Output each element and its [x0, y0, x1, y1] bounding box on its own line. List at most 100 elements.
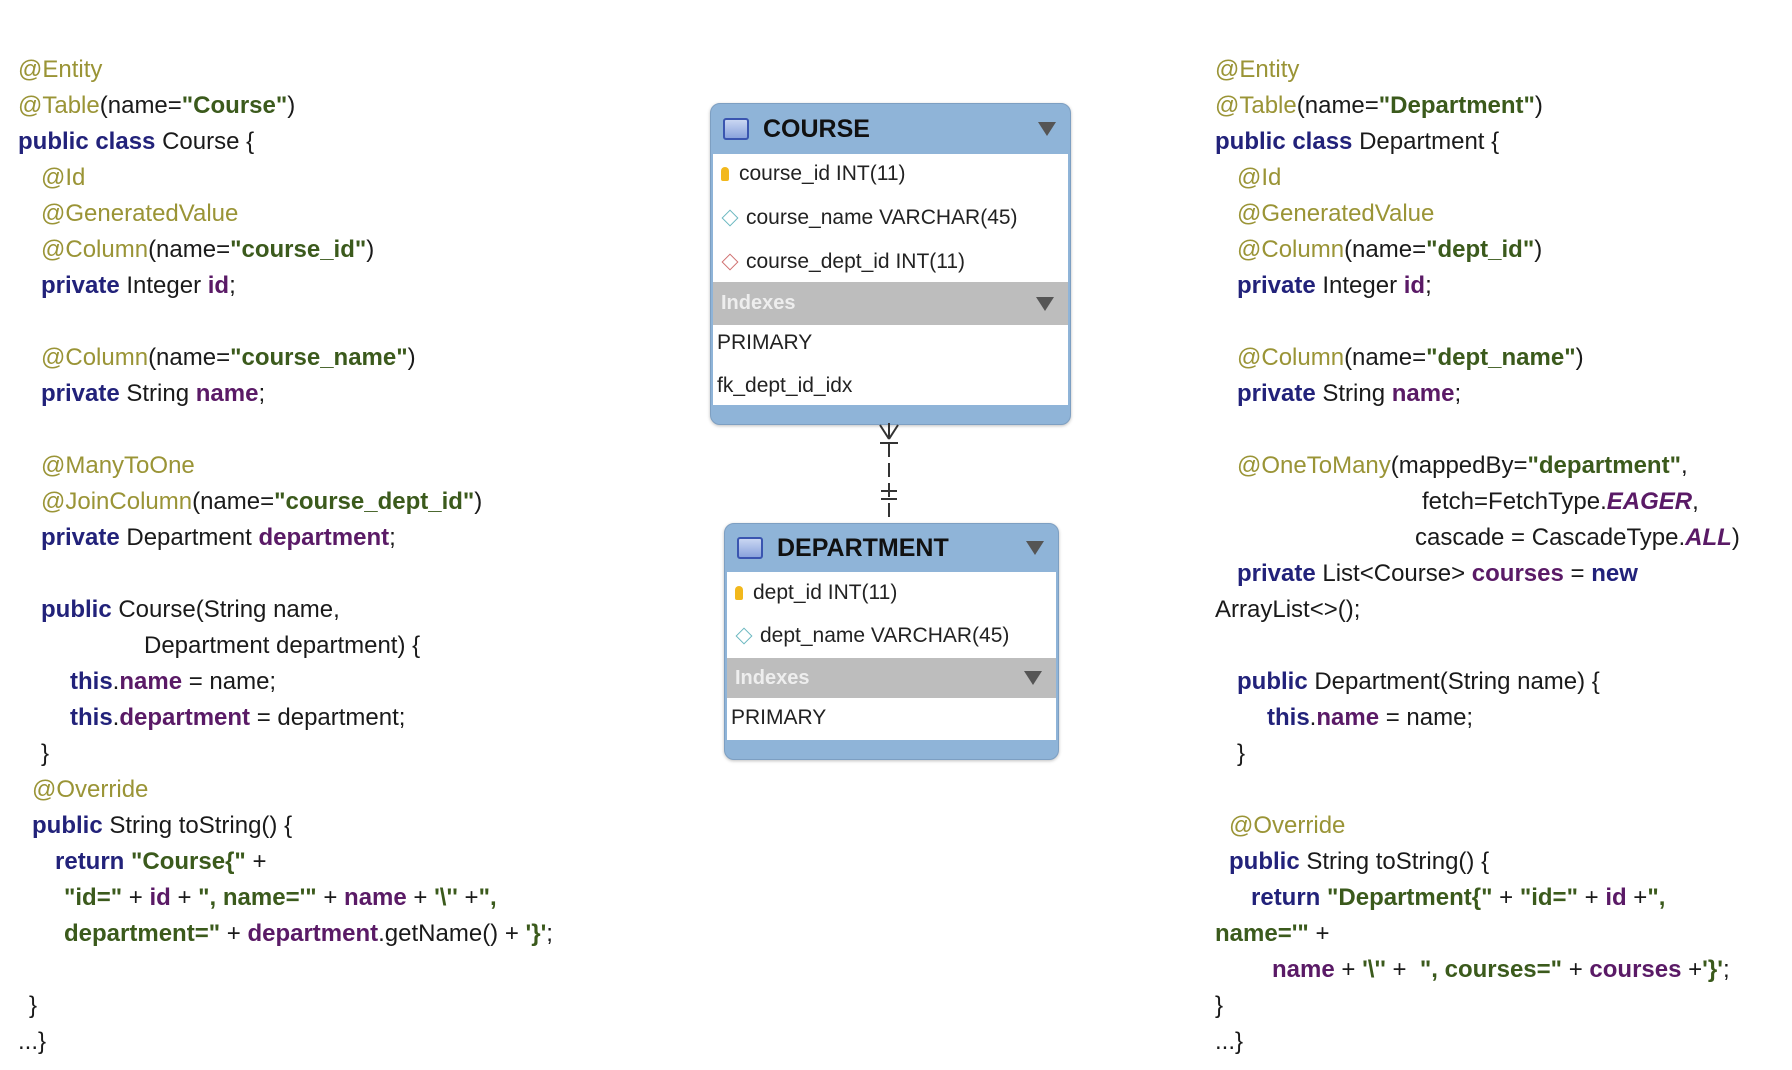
collapse-triangle-icon[interactable]	[1038, 122, 1056, 136]
code-line: ArrayList<>();	[1215, 592, 1360, 628]
code-token-txt: +	[1492, 884, 1520, 911]
column-row: course_dept_id INT(11)	[721, 247, 965, 277]
index-row: PRIMARY	[717, 331, 813, 354]
code-token-ann: @Entity	[1215, 56, 1300, 83]
primary-key-icon	[721, 167, 729, 181]
code-token-str: name='"	[1215, 920, 1309, 947]
code-line: @Column(name="dept_name")	[1237, 340, 1584, 376]
code-token-kw: private	[1237, 560, 1323, 587]
code-line: Department department) {	[144, 628, 420, 664]
code-token-str: "Department"	[1378, 92, 1535, 119]
code-token-txt: ;	[229, 272, 236, 299]
code-line: this.name = name;	[1267, 700, 1473, 736]
code-token-fld: name	[1272, 956, 1335, 983]
code-line: @ManyToOne	[41, 448, 195, 484]
code-token-txt: )	[366, 236, 375, 263]
department-table-header[interactable]: DEPARTMENT	[725, 524, 1058, 572]
course-table-header[interactable]: COURSE	[711, 104, 1070, 154]
code-token-kw: public	[32, 812, 110, 839]
table-icon	[737, 537, 763, 559]
code-token-txt: ;	[1425, 272, 1432, 299]
code-token-txt: = name;	[1379, 704, 1474, 731]
code-token-kw: private	[41, 380, 127, 407]
collapse-triangle-icon[interactable]	[1036, 296, 1054, 311]
column-label: course_name VARCHAR(45)	[746, 206, 1018, 229]
code-token-str: "Department{"	[1327, 884, 1493, 911]
code-line: public Department(String name) {	[1237, 664, 1600, 700]
code-token-fld: department	[258, 524, 390, 551]
code-token-fld: id	[149, 884, 171, 911]
code-token-txt: String toString() {	[109, 812, 293, 839]
code-line: this.name = name;	[70, 664, 276, 700]
code-token-txt: )	[474, 488, 483, 515]
code-line: @Id	[41, 160, 85, 196]
code-token-kw: return	[55, 848, 132, 875]
foreign-key-diamond-icon	[721, 253, 739, 271]
code-token-kw: this	[1267, 704, 1310, 731]
code-token-kw: new	[1591, 560, 1638, 587]
table-icon	[723, 118, 749, 140]
code-token-txt: +	[406, 884, 435, 911]
code-token-ann: @Table	[1215, 92, 1297, 119]
code-line: private Integer id;	[1237, 268, 1432, 304]
code-token-kw: public class	[1215, 128, 1360, 155]
code-token-txt: Department department) {	[144, 632, 421, 659]
column-label: dept_name VARCHAR(45)	[760, 624, 1010, 647]
code-token-txt: )	[1731, 524, 1740, 551]
collapse-triangle-icon[interactable]	[1026, 541, 1044, 555]
code-token-txt: (name=	[148, 344, 231, 371]
code-token-txt: (name=	[1296, 92, 1379, 119]
code-line: ...}	[1215, 1024, 1243, 1060]
code-token-const: EAGER	[1606, 488, 1693, 515]
code-token-ann: @ManyToOne	[41, 452, 195, 479]
code-line: @Id	[1237, 160, 1281, 196]
code-line: private Integer id;	[41, 268, 236, 304]
code-token-ann: @Column	[41, 344, 149, 371]
index-row: fk_dept_id_idx	[717, 374, 853, 397]
code-token-str: '}'	[1702, 956, 1723, 983]
indexes-header[interactable]: Indexes	[713, 282, 1068, 325]
collapse-triangle-icon[interactable]	[1024, 671, 1042, 685]
code-token-str: "department"	[1527, 452, 1681, 479]
course-table[interactable]: COURSE course_id INT(11) course_name VAR…	[710, 103, 1071, 425]
code-token-kw: private	[41, 524, 127, 551]
code-token-kw: this	[70, 668, 113, 695]
primary-key-icon	[735, 586, 743, 600]
code-line: private String name;	[41, 376, 265, 412]
course-columns: course_id INT(11) course_name VARCHAR(45…	[713, 154, 1068, 282]
code-token-ann: @GeneratedValue	[41, 200, 239, 227]
code-token-fld: name	[119, 668, 183, 695]
code-line: return "Department{" + "id=" + id +",	[1251, 880, 1665, 916]
code-token-txt: cascade = CascadeType.	[1415, 524, 1686, 551]
code-token-txt: =	[1563, 560, 1592, 587]
code-token-txt: Course {	[162, 128, 255, 155]
code-token-txt: (mappedBy=	[1390, 452, 1528, 479]
indexes-header[interactable]: Indexes	[727, 658, 1056, 698]
code-line: public String toString() {	[1229, 844, 1489, 880]
code-token-txt: fetch=FetchType.	[1422, 488, 1607, 515]
code-token-txt: +	[220, 920, 248, 947]
department-table[interactable]: DEPARTMENT dept_id INT(11) dept_name VAR…	[724, 523, 1059, 760]
code-token-str: "course_name"	[230, 344, 408, 371]
code-token-fld: name	[195, 380, 259, 407]
code-line: private String name;	[1237, 376, 1461, 412]
code-token-txt: }	[29, 992, 38, 1019]
code-token-fld: courses	[1589, 956, 1682, 983]
code-token-txt: String toString() {	[1306, 848, 1490, 875]
code-line: @Override	[1229, 808, 1345, 844]
code-token-txt: }	[1215, 992, 1224, 1019]
column-label: course_id INT(11)	[739, 162, 906, 185]
column-diamond-icon	[735, 627, 753, 645]
code-token-str: ", courses="	[1419, 956, 1563, 983]
code-token-txt: )	[407, 344, 416, 371]
code-token-txt: Integer	[126, 272, 208, 299]
code-token-txt: +	[1308, 920, 1330, 947]
column-row: course_id INT(11)	[721, 159, 906, 189]
code-line: @JoinColumn(name="course_dept_id")	[41, 484, 482, 520]
code-token-str: department="	[64, 920, 221, 947]
column-label: dept_id INT(11)	[753, 581, 898, 604]
code-token-txt: +	[1626, 884, 1648, 911]
code-token-kw: public	[1229, 848, 1307, 875]
code-line: "id=" + id + ", name='" + name + '\'' +"…	[64, 880, 497, 916]
code-token-txt: )	[1534, 92, 1543, 119]
